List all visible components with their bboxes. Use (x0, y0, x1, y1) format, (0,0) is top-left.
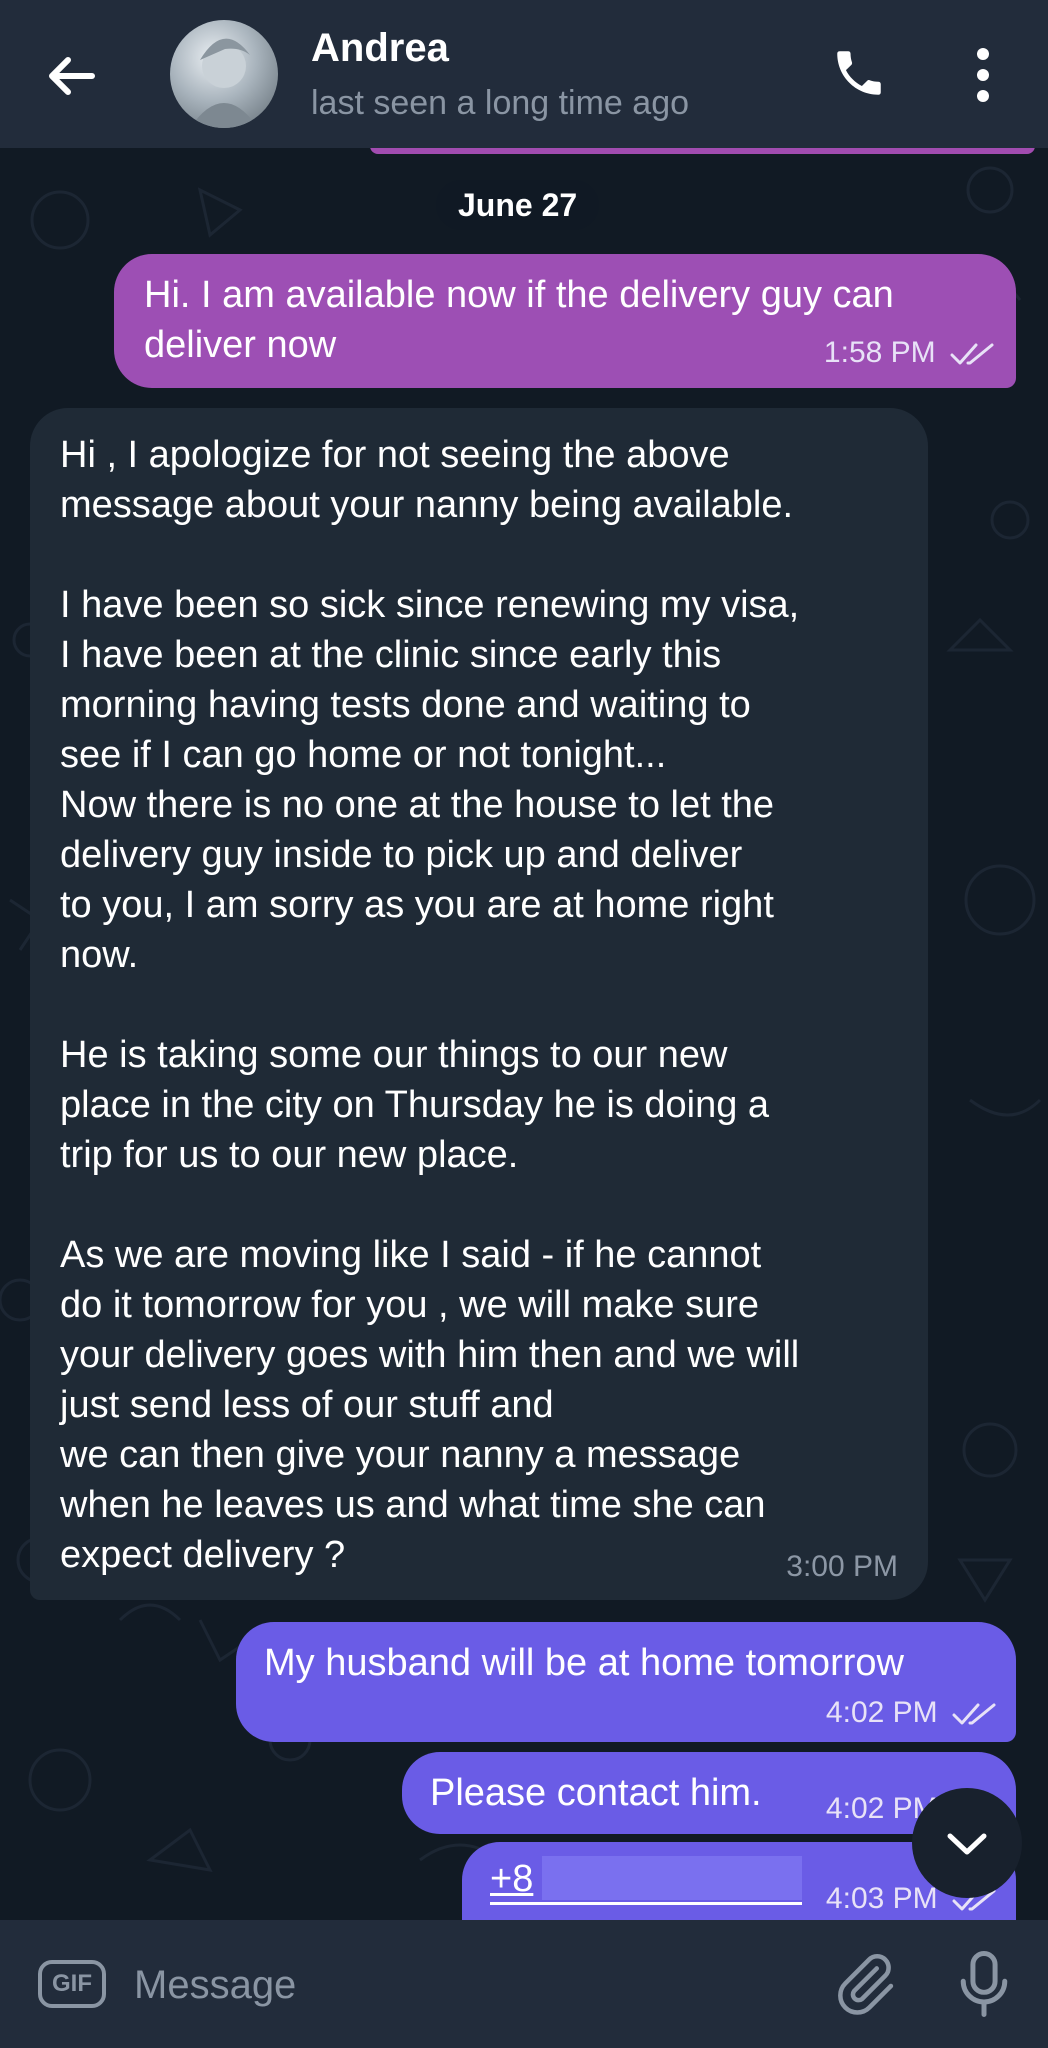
attach-button[interactable] (830, 1950, 898, 2018)
message-time: 4:02 PM (825, 1696, 938, 1729)
phone-icon (837, 51, 881, 95)
contact-name[interactable]: Andrea (311, 26, 449, 71)
message-text: Hi , I apologize for not seeing the abov… (60, 434, 800, 1576)
message-meta: 1:58 PM (824, 336, 994, 370)
message-meta: 4:02 PM (826, 1696, 996, 1730)
link-underline (490, 1902, 802, 1905)
message-bubble-incoming[interactable]: Hi , I apologize for not seeing the abov… (30, 408, 928, 1600)
arrow-left-icon (49, 57, 95, 95)
message-bubble-outgoing[interactable]: My husband will be at home tomorrow 4:02… (236, 1622, 1016, 1742)
chevron-down-icon (947, 1833, 987, 1855)
contact-status: last seen a long time ago (311, 84, 690, 122)
back-button[interactable] (40, 44, 104, 108)
more-options-button[interactable] (968, 44, 998, 106)
redaction-overlay (542, 1856, 802, 1900)
message-composer: GIF (0, 1920, 1048, 2048)
message-time: 3:00 PM (786, 1550, 898, 1583)
double-check-icon (952, 1703, 996, 1725)
microphone-icon (960, 1951, 1008, 2017)
message-bubble-outgoing[interactable]: Hi. I am available now if the delivery g… (114, 254, 1016, 388)
avatar-image (190, 38, 258, 128)
message-input[interactable] (132, 1950, 736, 2020)
message-time: 1:58 PM (823, 336, 936, 369)
double-check-icon (950, 343, 994, 365)
gif-button[interactable]: GIF (38, 1960, 106, 2008)
more-vertical-icon (977, 48, 989, 102)
avatar[interactable] (170, 20, 278, 128)
message-meta: 3:00 PM (786, 1550, 898, 1584)
phone-number-link[interactable]: +8 (490, 1858, 533, 1900)
microphone-button[interactable] (950, 1948, 1018, 2020)
date-separator: June 27 (436, 180, 600, 230)
scroll-down-button[interactable] (912, 1788, 1022, 1898)
message-text: My husband will be at home tomorrow (264, 1642, 904, 1684)
paperclip-icon (838, 1954, 894, 2015)
chat-header: Andrea last seen a long time ago (0, 0, 1048, 148)
call-button[interactable] (830, 44, 888, 102)
